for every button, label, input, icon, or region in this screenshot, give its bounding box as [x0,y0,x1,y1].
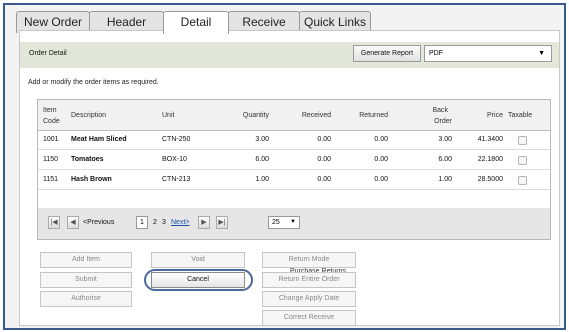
cell-quantity: 6.00 [255,156,269,163]
panel-header: Order Detail Generate Report PDF ▼ [20,42,559,68]
cell-price: 41.3400 [477,136,503,143]
cell-received: 0.00 [317,156,331,163]
detail-panel: Order Detail Generate Report PDF ▼ Add o… [19,30,560,326]
table-row[interactable]: 1001 Meat Ham Sliced CTN-250 3.00 0.00 0… [38,131,550,150]
cell-back-order: 3.00 [438,136,452,143]
taxable-checkbox[interactable] [518,156,527,165]
report-format-value: PDF [429,50,443,57]
col-back-order-line2[interactable]: Order [410,117,452,127]
col-item-code-line2[interactable]: Code [43,117,60,127]
cell-back-order: 6.00 [438,156,452,163]
next-page-icon[interactable]: ▶ [198,216,210,229]
void-button[interactable]: Void [151,252,245,268]
cell-quantity: 1.00 [255,176,269,183]
page-size-select[interactable]: 25 ▼ [268,216,300,229]
taxable-checkbox[interactable] [518,176,527,185]
cell-description: Tomatoes [71,156,104,163]
cell-quantity: 3.00 [255,136,269,143]
cell-item-code: 1001 [43,136,59,143]
col-unit[interactable]: Unit [162,111,174,121]
prev-page-icon[interactable]: ◀ [67,216,79,229]
page-size-value: 25 [272,219,280,226]
add-item-button[interactable]: Add Item [40,252,132,268]
cell-unit: BOX-10 [162,156,187,163]
current-page[interactable]: 1 [136,216,148,229]
report-format-select[interactable]: PDF ▼ [424,45,552,62]
cell-unit: CTN-250 [162,136,191,143]
dropdown-arrow-icon: ▼ [538,50,545,57]
tab-detail[interactable]: Detail [163,11,229,34]
cell-description: Meat Ham Sliced [71,136,127,143]
table-row[interactable]: 1150 Tomatoes BOX-10 6.00 0.00 0.00 6.00… [38,151,550,170]
table-row[interactable]: 1151 Hash Brown CTN-213 1.00 0.00 0.00 1… [38,171,550,190]
instruction-text: Add or modify the order items as require… [28,79,159,86]
page-3-link[interactable]: 3 [162,219,166,226]
cell-unit: CTN-213 [162,176,191,183]
col-item-code-line1[interactable]: Item [43,106,57,116]
order-items-grid: Item Code Description Unit Quantity Rece… [37,99,551,240]
cell-returned: 0.00 [374,136,388,143]
cell-description: Hash Brown [71,176,112,183]
cell-received: 0.00 [317,176,331,183]
cell-back-order: 1.00 [438,176,452,183]
cell-received: 0.00 [317,136,331,143]
col-price[interactable]: Price [462,111,503,121]
next-link[interactable]: Next> [171,219,189,226]
col-description[interactable]: Description [71,111,106,121]
dropdown-arrow-icon: ▼ [290,219,296,225]
cell-returned: 0.00 [374,176,388,183]
taxable-checkbox[interactable] [518,136,527,145]
first-page-icon[interactable]: |◀ [48,216,60,229]
cell-returned: 0.00 [374,156,388,163]
col-taxable[interactable]: Taxable [508,111,532,121]
grid-header-row: Item Code Description Unit Quantity Rece… [38,100,550,131]
submit-button[interactable]: Submit [40,272,132,288]
page-2-link[interactable]: 2 [153,219,157,226]
col-back-order-line1[interactable]: Back [410,106,448,116]
change-apply-date-button[interactable]: Change Apply Date [262,291,356,307]
return-mode-button[interactable]: Return Mode [262,252,356,268]
col-received[interactable]: Received [291,111,331,121]
cancel-button[interactable]: Cancel [151,272,245,288]
panel-title: Order Detail [29,50,67,57]
col-quantity[interactable]: Quantity [226,111,269,121]
cell-item-code: 1151 [43,176,59,183]
order-window: New Order Header Detail Receive Quick Li… [3,3,566,330]
cell-item-code: 1150 [43,156,59,163]
grid-pager: |◀ ◀ <Previous 1 2 3 Next> ▶ ▶| 25 ▼ [38,208,550,239]
previous-link[interactable]: <Previous [83,219,114,226]
last-page-icon[interactable]: ▶| [216,216,228,229]
generate-report-button[interactable]: Generate Report [353,45,421,62]
cell-price: 22.1800 [477,156,503,163]
return-entire-order-button[interactable]: Return Entire Order [262,272,356,288]
col-returned[interactable]: Returned [348,111,388,121]
correct-receive-button[interactable]: Correct Receive [262,310,356,326]
authorise-button[interactable]: Authorise [40,291,132,307]
cell-price: 28.5000 [477,176,503,183]
